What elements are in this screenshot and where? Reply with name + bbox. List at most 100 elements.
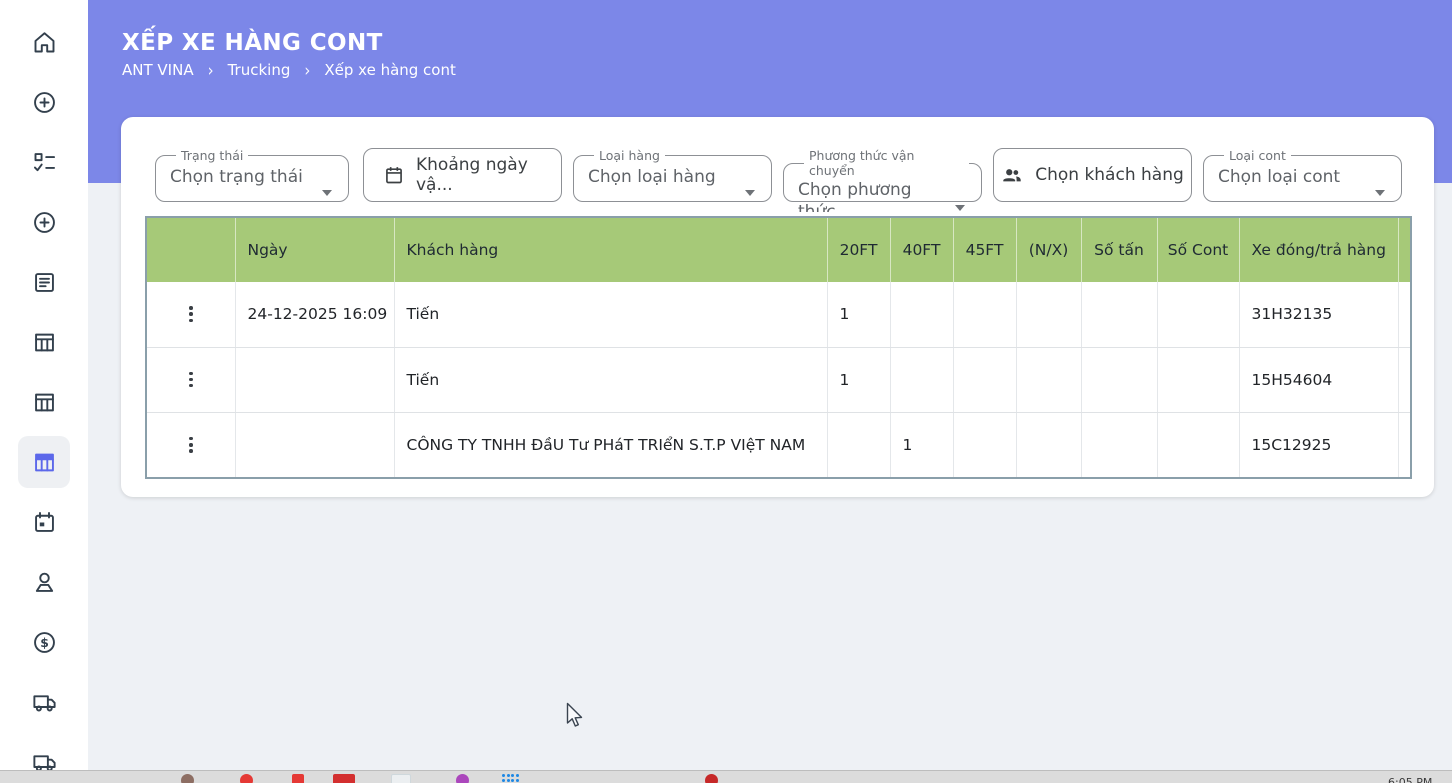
cargo-type-filter-value: Chọn loại hàng: [588, 164, 759, 190]
breadcrumb-item-trucking[interactable]: Trucking: [228, 61, 291, 79]
column-header-khach-hang: Khách hàng: [394, 218, 827, 282]
status-filter-select[interactable]: Trạng thái Chọn trạng thái: [155, 148, 349, 202]
cell-20ft: 1: [827, 282, 890, 347]
add-circle-icon: [31, 89, 58, 116]
cell-ngay: 24-12-2025 16:09: [235, 282, 394, 347]
sidebar-item-checklist[interactable]: [18, 136, 70, 188]
cell-khach-hang: Tiến: [394, 282, 827, 347]
avatar-icon[interactable]: [181, 774, 194, 783]
cell-45ft: [953, 282, 1016, 347]
filter-bar: Trạng thái Chọn trạng thái Khoảng ngày v…: [121, 117, 1434, 207]
cell-so-tan: [1081, 412, 1157, 477]
chevron-right-icon: ›: [304, 60, 310, 81]
breadcrumb-item-current: Xếp xe hàng cont: [324, 61, 456, 79]
cell-ngay: [235, 347, 394, 412]
chevron-down-icon: [1375, 190, 1385, 196]
transport-method-filter-select[interactable]: Phương thức vận chuyển Chọn phương thức: [783, 148, 982, 202]
blue-dots-icon[interactable]: [502, 774, 519, 782]
sidebar-item-finance[interactable]: $: [18, 616, 70, 668]
sidebar-item-person[interactable]: [18, 556, 70, 608]
taskbar-clock: 6:05 PM: [1388, 776, 1432, 783]
mouse-cursor: [566, 702, 588, 732]
taskbar: 6:05 PM: [0, 770, 1452, 783]
cell-so-tan: [1081, 282, 1157, 347]
cell-45ft: [953, 347, 1016, 412]
document-icon: [31, 269, 58, 296]
cell-20ft: 1: [827, 347, 890, 412]
chevron-down-icon: [745, 190, 755, 196]
table-icon: [31, 389, 58, 416]
cont-type-filter-value: Chọn loại cont: [1218, 164, 1389, 190]
page-title: XẾP XE HÀNG CONT: [122, 30, 383, 56]
sidebar-item-xep-xe-hang-cont[interactable]: [18, 436, 70, 488]
sidebar-item-truck-1[interactable]: [18, 676, 70, 728]
cell-nx: [1016, 347, 1081, 412]
light-app-icon[interactable]: [391, 774, 411, 783]
table-header-row: Ngày Khách hàng 20FT 40FT 45FT (N/X) Số …: [147, 218, 1412, 282]
table-icon: [31, 449, 58, 476]
column-header-actions: [147, 218, 235, 282]
column-header-so-tan: Số tấn: [1081, 218, 1157, 282]
cell-extra: [1398, 282, 1412, 347]
cell-extra: [1398, 412, 1412, 477]
customer-filter-button[interactable]: Chọn khách hàng: [993, 148, 1192, 202]
sidebar-item-document[interactable]: [18, 256, 70, 308]
cell-nx: [1016, 412, 1081, 477]
cell-so-tan: [1081, 347, 1157, 412]
status-filter-label: Trạng thái: [176, 148, 248, 163]
column-header-20ft: 20FT: [827, 218, 890, 282]
sidebar-item-calendar[interactable]: [18, 496, 70, 548]
column-header-ngay: Ngày: [235, 218, 394, 282]
checklist-icon: [31, 149, 58, 176]
cell-40ft: [890, 347, 953, 412]
sidebar-item-table-2[interactable]: [18, 376, 70, 428]
data-table-container[interactable]: Ngày Khách hàng 20FT 40FT 45FT (N/X) Số …: [145, 216, 1412, 479]
column-header-so-cont: Số Cont: [1157, 218, 1239, 282]
column-header-partial: C: [1398, 218, 1412, 282]
red-wide-icon[interactable]: [333, 774, 355, 783]
sidebar-item-add-2[interactable]: [18, 196, 70, 248]
cell-40ft: 1: [890, 412, 953, 477]
cell-xe: 31H32135: [1239, 282, 1398, 347]
cell-xe: 15C12925: [1239, 412, 1398, 477]
chevron-down-icon: [322, 190, 332, 196]
people-icon: [1001, 164, 1023, 186]
cargo-type-filter-select[interactable]: Loại hàng Chọn loại hàng: [573, 148, 772, 202]
column-header-40ft: 40FT: [890, 218, 953, 282]
red-badge-icon[interactable]: [705, 774, 718, 783]
breadcrumb: ANT VINA › Trucking › Xếp xe hàng cont: [122, 61, 456, 79]
cell-khach-hang: Tiến: [394, 347, 827, 412]
calendar-icon: [31, 509, 58, 536]
column-header-xe: Xe đóng/trả hàng: [1239, 218, 1398, 282]
transport-method-filter-label: Phương thức vận chuyển: [804, 148, 969, 178]
breadcrumb-item-ant-vina[interactable]: ANT VINA: [122, 61, 194, 79]
purple-app-icon[interactable]: [456, 774, 469, 783]
cargo-type-filter-label: Loại hàng: [594, 148, 665, 163]
row-menu-kebab-icon[interactable]: [159, 306, 223, 322]
transport-method-filter-value: Chọn phương thức: [798, 179, 920, 212]
chevron-right-icon: ›: [208, 60, 214, 81]
table-row[interactable]: 24-12-2025 16:09 Tiến 1 31H32135: [147, 282, 1412, 347]
person-icon: [31, 569, 58, 596]
column-header-45ft: 45FT: [953, 218, 1016, 282]
cell-20ft: [827, 412, 890, 477]
column-header-nx: (N/X): [1016, 218, 1081, 282]
sidebar-item-home[interactable]: [18, 16, 70, 68]
row-menu-kebab-icon[interactable]: [159, 372, 223, 388]
date-range-value: Khoảng ngày vậ...: [416, 155, 561, 195]
red-badge-icon[interactable]: [240, 774, 253, 783]
date-range-button[interactable]: Khoảng ngày vậ...: [363, 148, 562, 202]
calendar-icon: [384, 165, 404, 185]
sidebar-item-add-1[interactable]: [18, 76, 70, 128]
data-table: Ngày Khách hàng 20FT 40FT 45FT (N/X) Số …: [147, 218, 1412, 477]
row-menu-kebab-icon[interactable]: [159, 437, 223, 453]
cont-type-filter-select[interactable]: Loại cont Chọn loại cont: [1203, 148, 1402, 202]
truck-icon: [31, 689, 58, 716]
sidebar-item-table-1[interactable]: [18, 316, 70, 368]
cell-so-cont: [1157, 282, 1239, 347]
table-row[interactable]: Tiến 1 15H54604: [147, 347, 1412, 412]
screen: XẾP XE HÀNG CONT ANT VINA › Trucking › X…: [0, 0, 1452, 783]
cell-khach-hang: CÔNG TY TNHH ĐầU Tư PHáT TRIểN S.T.P VIệ…: [394, 412, 827, 477]
red-app-icon[interactable]: [292, 774, 304, 783]
table-row[interactable]: CÔNG TY TNHH ĐầU Tư PHáT TRIểN S.T.P VIệ…: [147, 412, 1412, 477]
